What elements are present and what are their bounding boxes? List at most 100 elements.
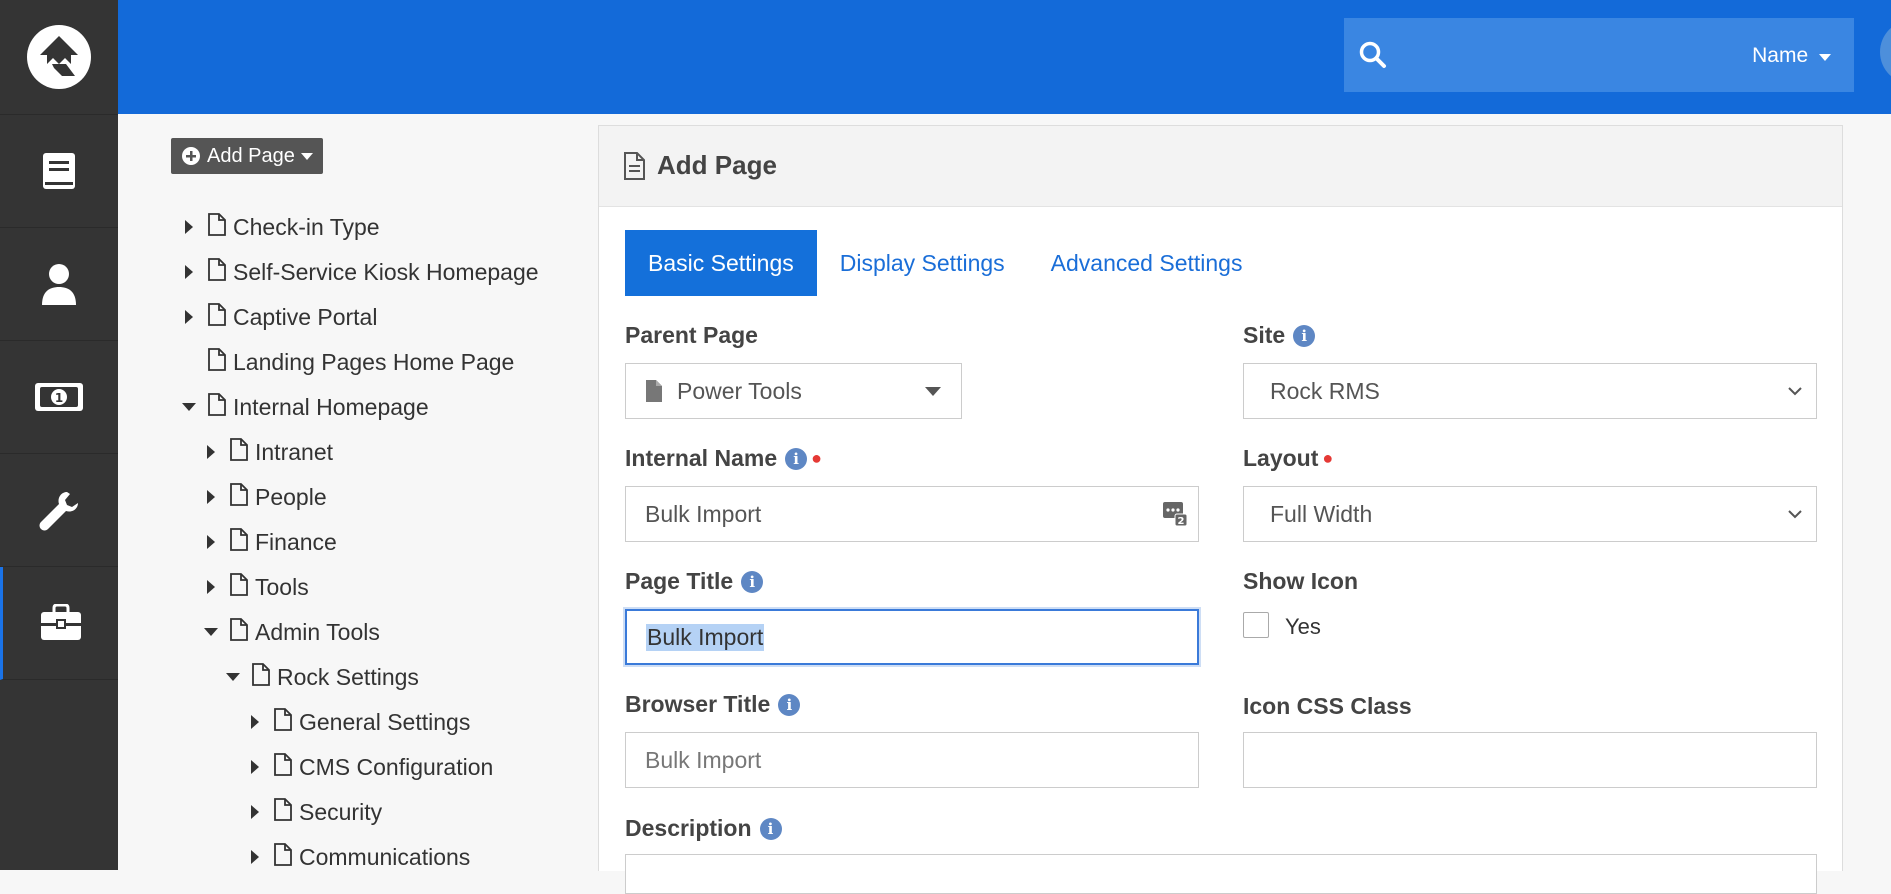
top-header: Name [118,0,1891,114]
tree-item-label: CMS Configuration [299,753,494,780]
chevron-down-icon [1788,510,1802,519]
tree-item[interactable]: Internal Homepage [182,390,429,424]
tree-item[interactable]: Finance [204,525,337,559]
file-icon [230,617,248,647]
rock-logo[interactable] [0,0,118,115]
description-field[interactable] [625,854,1817,894]
caret-right-icon[interactable] [248,805,262,819]
caret-right-icon[interactable] [182,265,196,279]
file-icon [274,842,292,872]
internal-name-value: Bulk Import [645,500,762,527]
translate-icon[interactable]: 2 [1162,501,1188,527]
tree-item[interactable]: Intranet [204,435,333,469]
parent-page-picker[interactable]: Power Tools [625,363,962,419]
tree-item-label: Intranet [255,438,333,465]
caret-right-icon[interactable] [204,580,218,594]
nav-item-tools[interactable] [0,454,118,567]
tree-item[interactable]: Tools [204,570,309,604]
tree-item-label: General Settings [299,708,471,735]
browser-title-field[interactable]: Bulk Import [625,732,1199,788]
internal-name-field[interactable]: Bulk Import 2 [625,486,1199,542]
caret-down-icon [300,153,313,160]
tree-item[interactable]: Admin Tools [204,615,380,649]
caret-right-icon[interactable] [204,535,218,549]
parent-page-label: Parent Page [625,322,758,349]
site-label: Site i [1243,322,1316,349]
info-icon[interactable]: i [759,817,782,840]
tree-item-label: Check-in Type [233,213,380,240]
info-icon[interactable]: i [778,693,801,716]
caret-down-icon [925,387,941,396]
info-icon[interactable]: i [785,447,808,470]
nav-item-cms[interactable] [0,115,118,228]
tab-display-settings[interactable]: Display Settings [817,230,1028,296]
tree-item[interactable]: CMS Configuration [248,750,493,784]
search-icon [1359,41,1386,68]
layout-select[interactable]: Full Width [1243,486,1817,542]
caret-down-icon[interactable] [226,670,240,684]
caret-down-icon[interactable] [182,400,196,414]
tab-advanced-settings[interactable]: Advanced Settings [1028,230,1266,296]
file-icon [230,527,248,557]
tree-item[interactable]: Landing Pages Home Page [208,345,514,379]
page-title-label-text: Page Title [625,568,734,594]
add-page-button[interactable]: Add Page [171,138,323,174]
caret-right-icon[interactable] [248,760,262,774]
user-avatar-icon [1880,20,1891,84]
tree-item-label: Finance [255,528,337,555]
nav-item-admin[interactable] [0,567,118,680]
file-icon [230,482,248,512]
tree-item[interactable]: Check-in Type [182,210,380,244]
file-icon [208,212,226,242]
icon-css-field[interactable] [1243,732,1817,788]
tree-item[interactable]: General Settings [248,705,470,739]
file-text-icon [624,152,645,180]
site-select[interactable]: Rock RMS [1243,363,1817,419]
person-icon [42,264,76,305]
caret-right-icon[interactable] [182,220,196,234]
left-nav: 1 [0,0,118,870]
icon-css-label-text: Icon CSS Class [1243,693,1412,719]
info-icon[interactable]: i [1293,324,1316,347]
description-label: Description i [625,815,782,842]
required-indicator: ● [1322,448,1334,468]
tree-item[interactable]: Captive Portal [182,300,377,334]
file-icon [208,302,226,332]
caret-down-icon[interactable] [204,625,218,639]
tree-item[interactable]: People [204,480,327,514]
show-icon-checkbox[interactable] [1243,612,1269,638]
search-type-dropdown[interactable]: Name [1752,44,1832,68]
money-icon: 1 [35,383,83,411]
tree-item[interactable]: Self-Service Kiosk Homepage [182,255,539,289]
nav-item-people[interactable] [0,228,118,341]
icon-css-label: Icon CSS Class [1243,693,1412,720]
briefcase-icon [40,604,81,640]
tab-basic-settings[interactable]: Basic Settings [625,230,817,296]
tree-item-label: Communications [299,843,471,870]
settings-tabs: Basic Settings Display Settings Advanced… [625,230,1265,296]
tree-item[interactable]: Security [248,795,382,829]
caret-right-icon[interactable] [248,850,262,864]
info-icon[interactable]: i [741,570,764,593]
page-title-value: Bulk Import [646,623,765,651]
caret-right-icon[interactable] [204,490,218,504]
caret-right-icon[interactable] [204,445,218,459]
layout-label-text: Layout [1243,445,1319,471]
page-title-field[interactable]: Bulk Import [625,609,1199,665]
file-icon [252,662,270,692]
caret-right-icon[interactable] [248,715,262,729]
site-label-text: Site [1243,322,1286,348]
tree-item[interactable]: Communications [248,840,470,874]
caret-right-icon[interactable] [182,310,196,324]
add-page-label: Add Page [207,144,295,167]
search-box[interactable]: Name [1344,18,1854,92]
nav-item-finance[interactable]: 1 [0,341,118,454]
avatar[interactable] [1880,20,1891,84]
file-icon [274,707,292,737]
show-icon-label-text: Show Icon [1243,568,1358,594]
file-icon [208,392,226,422]
tree-item-label: Self-Service Kiosk Homepage [233,258,539,285]
parent-page-label-text: Parent Page [625,322,758,348]
tree-item-label: Captive Portal [233,303,378,330]
tree-item[interactable]: Rock Settings [226,660,419,694]
